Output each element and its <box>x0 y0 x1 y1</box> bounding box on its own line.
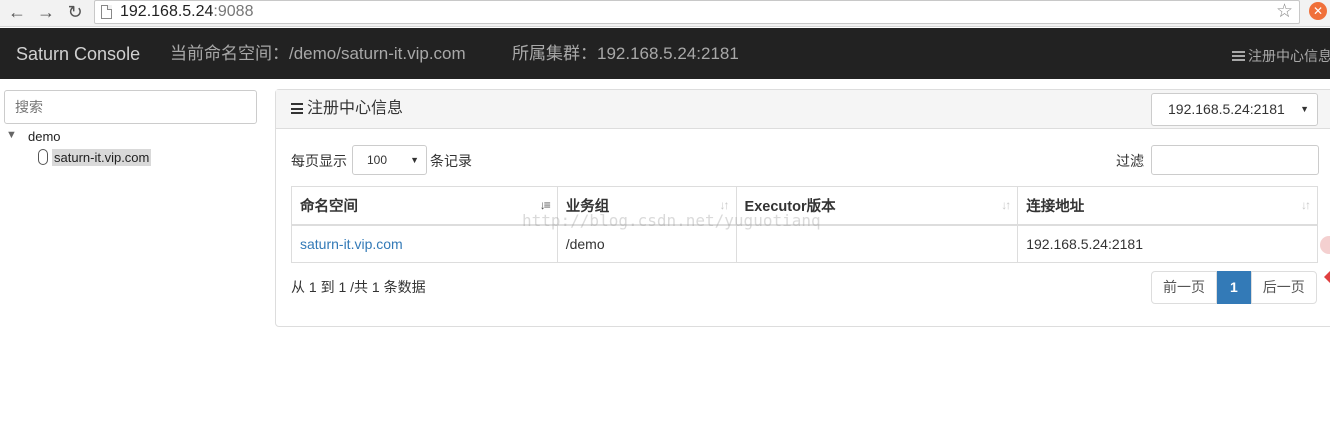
table-info: 从 1 到 1 /共 1 条数据 <box>291 279 426 295</box>
table-row: saturn-it.vip.com /demo 192.168.5.24:218… <box>291 224 1318 263</box>
tree-collapse-icon[interactable]: ▼ <box>6 129 17 141</box>
address-bar[interactable]: 192.168.5.24:9088 ☆ <box>94 0 1300 24</box>
cluster-label: 所属集群： <box>512 44 597 63</box>
page-1-button[interactable]: 1 <box>1217 271 1251 304</box>
filter-input[interactable] <box>1151 145 1319 175</box>
sort-icon: ↓↑ <box>719 198 730 212</box>
namespace-label: 当前命名空间： <box>170 44 289 63</box>
page-length-suffix: 条记录 <box>430 153 472 169</box>
cell-namespace[interactable]: saturn-it.vip.com <box>291 224 558 263</box>
chevron-down-icon: ▼ <box>410 155 419 165</box>
namespace-link[interactable]: saturn-it.vip.com <box>300 236 403 252</box>
leaf-node-icon <box>38 149 48 165</box>
column-header-namespace[interactable]: 命名空间 ↓≡ <box>291 186 558 226</box>
cell-executor-version <box>735 224 1019 263</box>
next-page-button[interactable]: 后一页 <box>1250 271 1317 304</box>
url-host: 192.168.5.24 <box>120 3 214 20</box>
panel-header: 注册中心信息 192.168.5.24:2181 ▼ <box>276 90 1330 129</box>
reload-icon[interactable]: ↻ <box>64 1 86 23</box>
server-icon <box>1232 51 1245 61</box>
cell-address: 192.168.5.24:2181 <box>1017 224 1318 263</box>
panel-title: 注册中心信息 <box>291 100 403 118</box>
edge-arrow-icon <box>1324 271 1330 283</box>
namespace-value: /demo/saturn-it.vip.com <box>289 44 466 63</box>
prev-page-button[interactable]: 前一页 <box>1151 271 1217 304</box>
watermark-text: http://blog.csdn.net/yuguotianq <box>522 211 821 230</box>
page-length-label: 每页显示 <box>291 153 347 169</box>
chevron-down-icon: ▼ <box>1300 104 1309 114</box>
cell-group: /demo <box>556 224 737 263</box>
cluster-value: 192.168.5.24:2181 <box>597 44 739 63</box>
registry-info-label: 注册中心信息 <box>1248 48 1330 64</box>
search-input[interactable] <box>4 90 257 124</box>
pagination: 前一页 1 后一页 <box>1151 271 1317 304</box>
filter-label: 过滤 <box>1116 153 1144 169</box>
extension-icon[interactable]: ✕ <box>1309 2 1327 20</box>
registry-panel: 注册中心信息 192.168.5.24:2181 ▼ 每页显示 100 ▼ 条记… <box>275 89 1330 327</box>
list-icon <box>291 103 303 114</box>
top-navbar: Saturn Console 当前命名空间：/demo/saturn-it.vi… <box>0 28 1330 79</box>
page-length-select[interactable]: 100 ▼ <box>352 145 427 175</box>
browser-toolbar: ← → ↻ 192.168.5.24:9088 ☆ ✕ <box>0 0 1330 27</box>
column-label: 命名空间 <box>300 198 358 215</box>
zk-cluster-value: 192.168.5.24:2181 <box>1168 101 1285 117</box>
sort-icon: ↓↑ <box>1001 198 1011 212</box>
sort-icon: ↓↑ <box>1301 198 1311 212</box>
page-length-value: 100 <box>367 153 388 167</box>
zk-cluster-select[interactable]: 192.168.5.24:2181 ▼ <box>1151 93 1318 126</box>
column-label: 连接地址 <box>1026 198 1085 215</box>
column-header-address[interactable]: 连接地址 ↓↑ <box>1017 186 1318 226</box>
tree-node-namespace[interactable]: saturn-it.vip.com <box>52 149 152 166</box>
address-text: 192.168.5.24:9088 <box>120 3 253 21</box>
tree-node-demo[interactable]: demo <box>28 129 61 144</box>
current-namespace: 当前命名空间：/demo/saturn-it.vip.com <box>170 44 466 64</box>
brand-title[interactable]: Saturn Console <box>16 44 140 64</box>
forward-arrow-icon[interactable]: → <box>35 1 57 23</box>
registry-info-link[interactable]: 注册中心信息 <box>1232 46 1330 66</box>
sort-asc-icon: ↓≡ <box>539 198 551 212</box>
page-icon <box>101 5 112 19</box>
bookmark-star-icon[interactable]: ☆ <box>1276 2 1293 22</box>
back-arrow-icon[interactable]: ← <box>6 1 28 23</box>
panel-title-text: 注册中心信息 <box>307 100 404 117</box>
current-cluster: 所属集群：192.168.5.24:2181 <box>512 44 739 64</box>
url-port: :9088 <box>213 3 254 20</box>
